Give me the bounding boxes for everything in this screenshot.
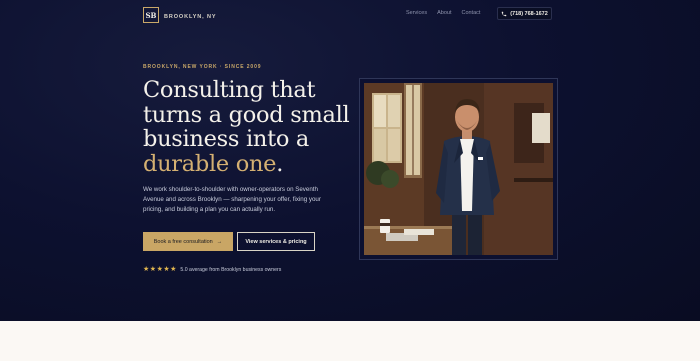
eyebrow-text: BROOKLYN, NEW YORK · SINCE 2009 — [143, 64, 262, 70]
star-icon: ★ — [149, 266, 157, 273]
book-consultation-label: Book a free consultation — [153, 238, 213, 245]
phone-number: (718) 768-1672 — [510, 10, 548, 17]
arrow-right-icon: → — [216, 238, 223, 245]
view-services-label: View services & pricing — [245, 238, 307, 245]
headline-line-2: turns a good small — [143, 101, 350, 128]
consultant-photo-frame — [359, 78, 558, 260]
headline-line-3: business into a — [143, 126, 310, 152]
nav-link-contact[interactable]: Contact — [461, 10, 480, 16]
hero-headline: Consulting that turns a good small busines… — [143, 78, 363, 176]
phone-button[interactable]: (718) 768-1672 — [497, 7, 552, 20]
brand-location: BROOKLYN, NY — [164, 14, 217, 20]
view-services-button[interactable]: View services & pricing — [237, 232, 315, 251]
headline-line-1: Consulting that — [143, 77, 316, 103]
nav-link-about[interactable]: About — [437, 10, 451, 16]
rating: ★ ★ ★ ★ ★ 5.0 average from Brooklyn busi… — [143, 266, 281, 273]
hero-section: SB BROOKLYN, NY Services About Contact (… — [0, 0, 700, 321]
rating-text: 5.0 average from Brooklyn business owner… — [180, 266, 282, 273]
book-consultation-button[interactable]: Book a free consultation → — [143, 232, 233, 251]
phone-icon — [501, 11, 507, 16]
star-icon: ★ — [170, 266, 177, 273]
star-icon: ★ — [163, 266, 170, 273]
next-section — [0, 321, 700, 361]
logo[interactable]: SB BROOKLYN, NY — [143, 7, 216, 23]
hero-description: We work shoulder-to-shoulder with owner-… — [143, 186, 321, 213]
logo-mark: SB — [143, 7, 159, 23]
headline-period: . — [276, 150, 284, 177]
star-icon: ★ — [143, 266, 150, 273]
headline-highlight: durable one — [143, 150, 277, 177]
consultant-photo — [364, 83, 553, 255]
main-nav: Services About Contact — [406, 10, 480, 16]
nav-link-services[interactable]: Services — [406, 10, 427, 16]
star-rating: ★ ★ ★ ★ ★ — [143, 266, 176, 273]
star-icon: ★ — [156, 266, 163, 273]
